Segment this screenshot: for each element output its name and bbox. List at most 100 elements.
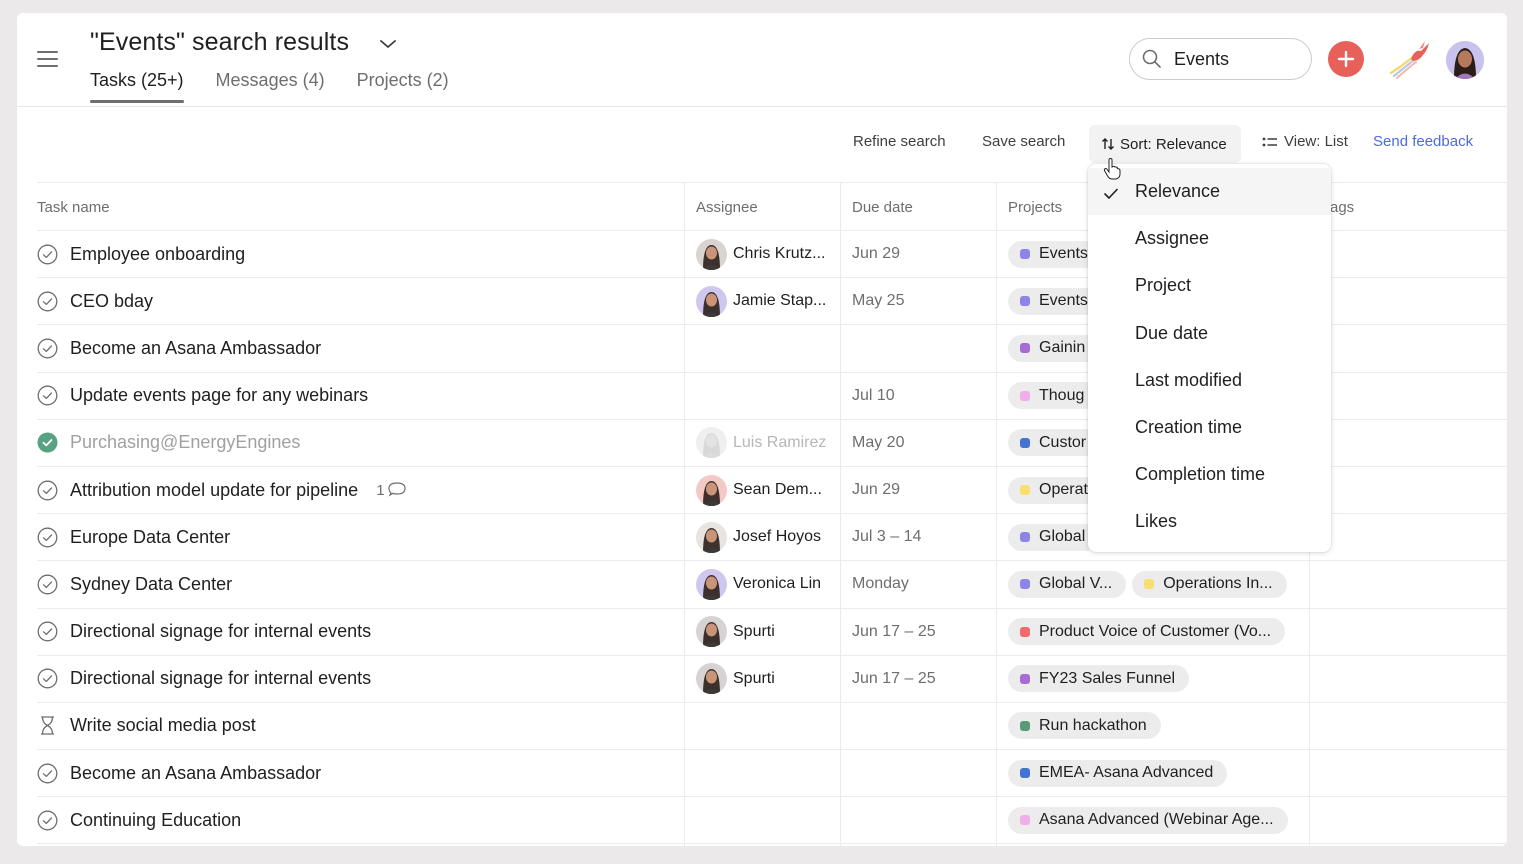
assignee-cell[interactable]: Josef Hoyos	[696, 514, 821, 560]
table-row[interactable]: Write social media post Run hackathon	[37, 703, 1507, 751]
sort-option-relevance[interactable]: Relevance	[1088, 168, 1331, 216]
task-name[interactable]: Sydney Data Center	[70, 574, 232, 595]
check-circle-icon[interactable]	[37, 810, 58, 831]
project-color-icon	[1020, 390, 1030, 401]
comment-count[interactable]: 1	[376, 479, 406, 501]
check-circle-icon[interactable]	[37, 527, 58, 548]
task-name[interactable]: Become an Asana Ambassador	[70, 338, 321, 359]
task-name[interactable]: Become an Asana Ambassador	[70, 763, 321, 784]
chevron-down-icon[interactable]	[378, 36, 398, 52]
hamburger-menu-icon[interactable]	[37, 50, 59, 68]
project-pill[interactable]: FY23 Sales Funnel	[1008, 665, 1190, 693]
sort-option-creation-time[interactable]: Creation time	[1088, 404, 1331, 451]
table-row[interactable]: Continuing Education Asana Advanced (Webi…	[37, 797, 1507, 845]
sort-option-likes[interactable]: Likes	[1088, 498, 1331, 545]
check-circle-icon[interactable]	[37, 763, 58, 784]
task-name[interactable]: Purchasing@EnergyEngines	[70, 432, 300, 453]
assignee-cell[interactable]: Veronica Lin	[696, 561, 821, 607]
due-date-cell[interactable]: Jul 3 – 14	[852, 514, 921, 560]
task-name[interactable]: Directional signage for internal events	[70, 621, 371, 642]
due-date-cell[interactable]: Jul 10	[852, 373, 895, 419]
assignee-cell[interactable]: Jamie Stap...	[696, 278, 826, 324]
task-name[interactable]: Write social media post	[70, 715, 256, 736]
due-date: Jun 29	[852, 245, 901, 263]
check-circle-icon[interactable]	[37, 338, 58, 359]
project-pill[interactable]: Custor	[1008, 429, 1101, 457]
due-date-cell[interactable]: Monday	[852, 561, 909, 607]
assignee-cell[interactable]: Luis Ramirez	[696, 420, 826, 466]
due-date-cell[interactable]: Jun 17 – 25	[852, 609, 936, 655]
sort-option-project[interactable]: Project	[1088, 262, 1331, 309]
project-pill[interactable]: EMEA- Asana Advanced	[1008, 759, 1228, 787]
assignee-cell[interactable]: Sean Dem...	[696, 467, 822, 513]
due-date-cell[interactable]: Jun 29	[852, 231, 900, 277]
task-cell: Attribution model update for pipeline 1	[37, 467, 406, 513]
add-button[interactable]	[1328, 41, 1364, 77]
project-pill[interactable]: Global	[1008, 523, 1100, 551]
check-circle-icon[interactable]	[37, 244, 58, 265]
sort-option-due-date[interactable]: Due date	[1088, 310, 1331, 357]
task-name[interactable]: CEO bday	[70, 291, 153, 312]
project-label: Events	[1039, 292, 1088, 310]
check-circle-icon[interactable]	[37, 480, 58, 501]
due-date: May 25	[852, 292, 905, 310]
column-header-due-date[interactable]: Due date	[852, 183, 913, 231]
column-header-assignee[interactable]: Assignee	[696, 183, 758, 231]
project-pill[interactable]: Asana Advanced (Webinar Age...	[1008, 806, 1288, 834]
check-circle-icon[interactable]	[37, 574, 58, 595]
hourglass-icon[interactable]	[37, 715, 58, 736]
completed-check-icon[interactable]	[37, 432, 58, 453]
project-pill[interactable]: Global V...	[1008, 570, 1127, 598]
task-name[interactable]: Update events page for any webinars	[70, 385, 368, 406]
table-row[interactable]: Directional signage for internal events S…	[37, 656, 1507, 703]
search-input[interactable]	[1174, 48, 1294, 70]
view-button[interactable]: View: List	[1262, 133, 1348, 150]
assignee-cell[interactable]: Chris Krutz...	[696, 231, 825, 277]
table-row[interactable]: Sydney Data Center Veronica Lin Monday Glob…	[37, 561, 1507, 609]
project-pill[interactable]: Product Voice of Customer (Vo...	[1008, 618, 1286, 646]
project-pill[interactable]: Run hackathon	[1008, 712, 1161, 740]
task-name[interactable]: Continuing Education	[70, 810, 241, 831]
due-date-cell[interactable]: May 20	[852, 420, 904, 466]
column-header-tags[interactable]: ags	[1330, 183, 1354, 231]
sort-option-last-modified[interactable]: Last modified	[1088, 357, 1331, 404]
table-row[interactable]: Become an Asana Ambassador EMEA- Asana Ad…	[37, 750, 1507, 798]
assignee-cell[interactable]: Spurti	[696, 609, 775, 655]
user-avatar[interactable]	[1446, 41, 1484, 79]
project-pill[interactable]: Operations In...	[1132, 570, 1287, 598]
comment-count-value: 1	[376, 481, 385, 499]
table-row[interactable]: Directional signage for internal events S…	[37, 609, 1507, 656]
task-name[interactable]: Employee onboarding	[70, 244, 245, 265]
assignee-name: Veronica Lin	[733, 575, 822, 593]
tab-messages[interactable]: Messages (4)	[216, 70, 325, 101]
due-date-cell[interactable]: May 25	[852, 278, 904, 324]
task-name[interactable]: Directional signage for internal events	[70, 668, 371, 689]
sort-option-completion-time[interactable]: Completion time	[1088, 451, 1331, 498]
sort-option-assignee[interactable]: Assignee	[1088, 215, 1331, 262]
project-color-icon	[1020, 815, 1030, 826]
sort-option-label: Project	[1135, 275, 1192, 296]
project-pill[interactable]: Gainin	[1008, 334, 1100, 362]
check-circle-icon[interactable]	[37, 291, 58, 312]
save-search-button[interactable]: Save search	[982, 133, 1065, 150]
project-label: FY23 Sales Funnel	[1039, 669, 1176, 687]
assignee-name: Chris Krutz...	[733, 245, 826, 263]
check-circle-icon[interactable]	[37, 385, 58, 406]
search-field[interactable]	[1129, 38, 1312, 80]
column-header-projects[interactable]: Projects	[1008, 183, 1062, 231]
due-date-cell[interactable]: Jun 17 – 25	[852, 656, 936, 702]
column-header-task-name[interactable]: Task name	[37, 183, 110, 231]
tab-tasks[interactable]: Tasks (25+)	[90, 70, 184, 103]
refine-search-button[interactable]: Refine search	[853, 133, 946, 150]
task-name[interactable]: Europe Data Center	[70, 527, 230, 548]
task-name[interactable]: Attribution model update for pipeline	[70, 480, 358, 501]
tab-projects[interactable]: Projects (2)	[357, 70, 449, 101]
send-feedback-link[interactable]: Send feedback	[1373, 133, 1473, 150]
assignee-avatar	[696, 663, 727, 695]
check-circle-icon[interactable]	[37, 668, 58, 689]
sort-option-label: Assignee	[1135, 228, 1210, 249]
project-pill[interactable]: Thoug	[1008, 382, 1099, 410]
due-date-cell[interactable]: Jun 29	[852, 467, 900, 513]
assignee-cell[interactable]: Spurti	[696, 656, 775, 702]
check-circle-icon[interactable]	[37, 621, 58, 642]
